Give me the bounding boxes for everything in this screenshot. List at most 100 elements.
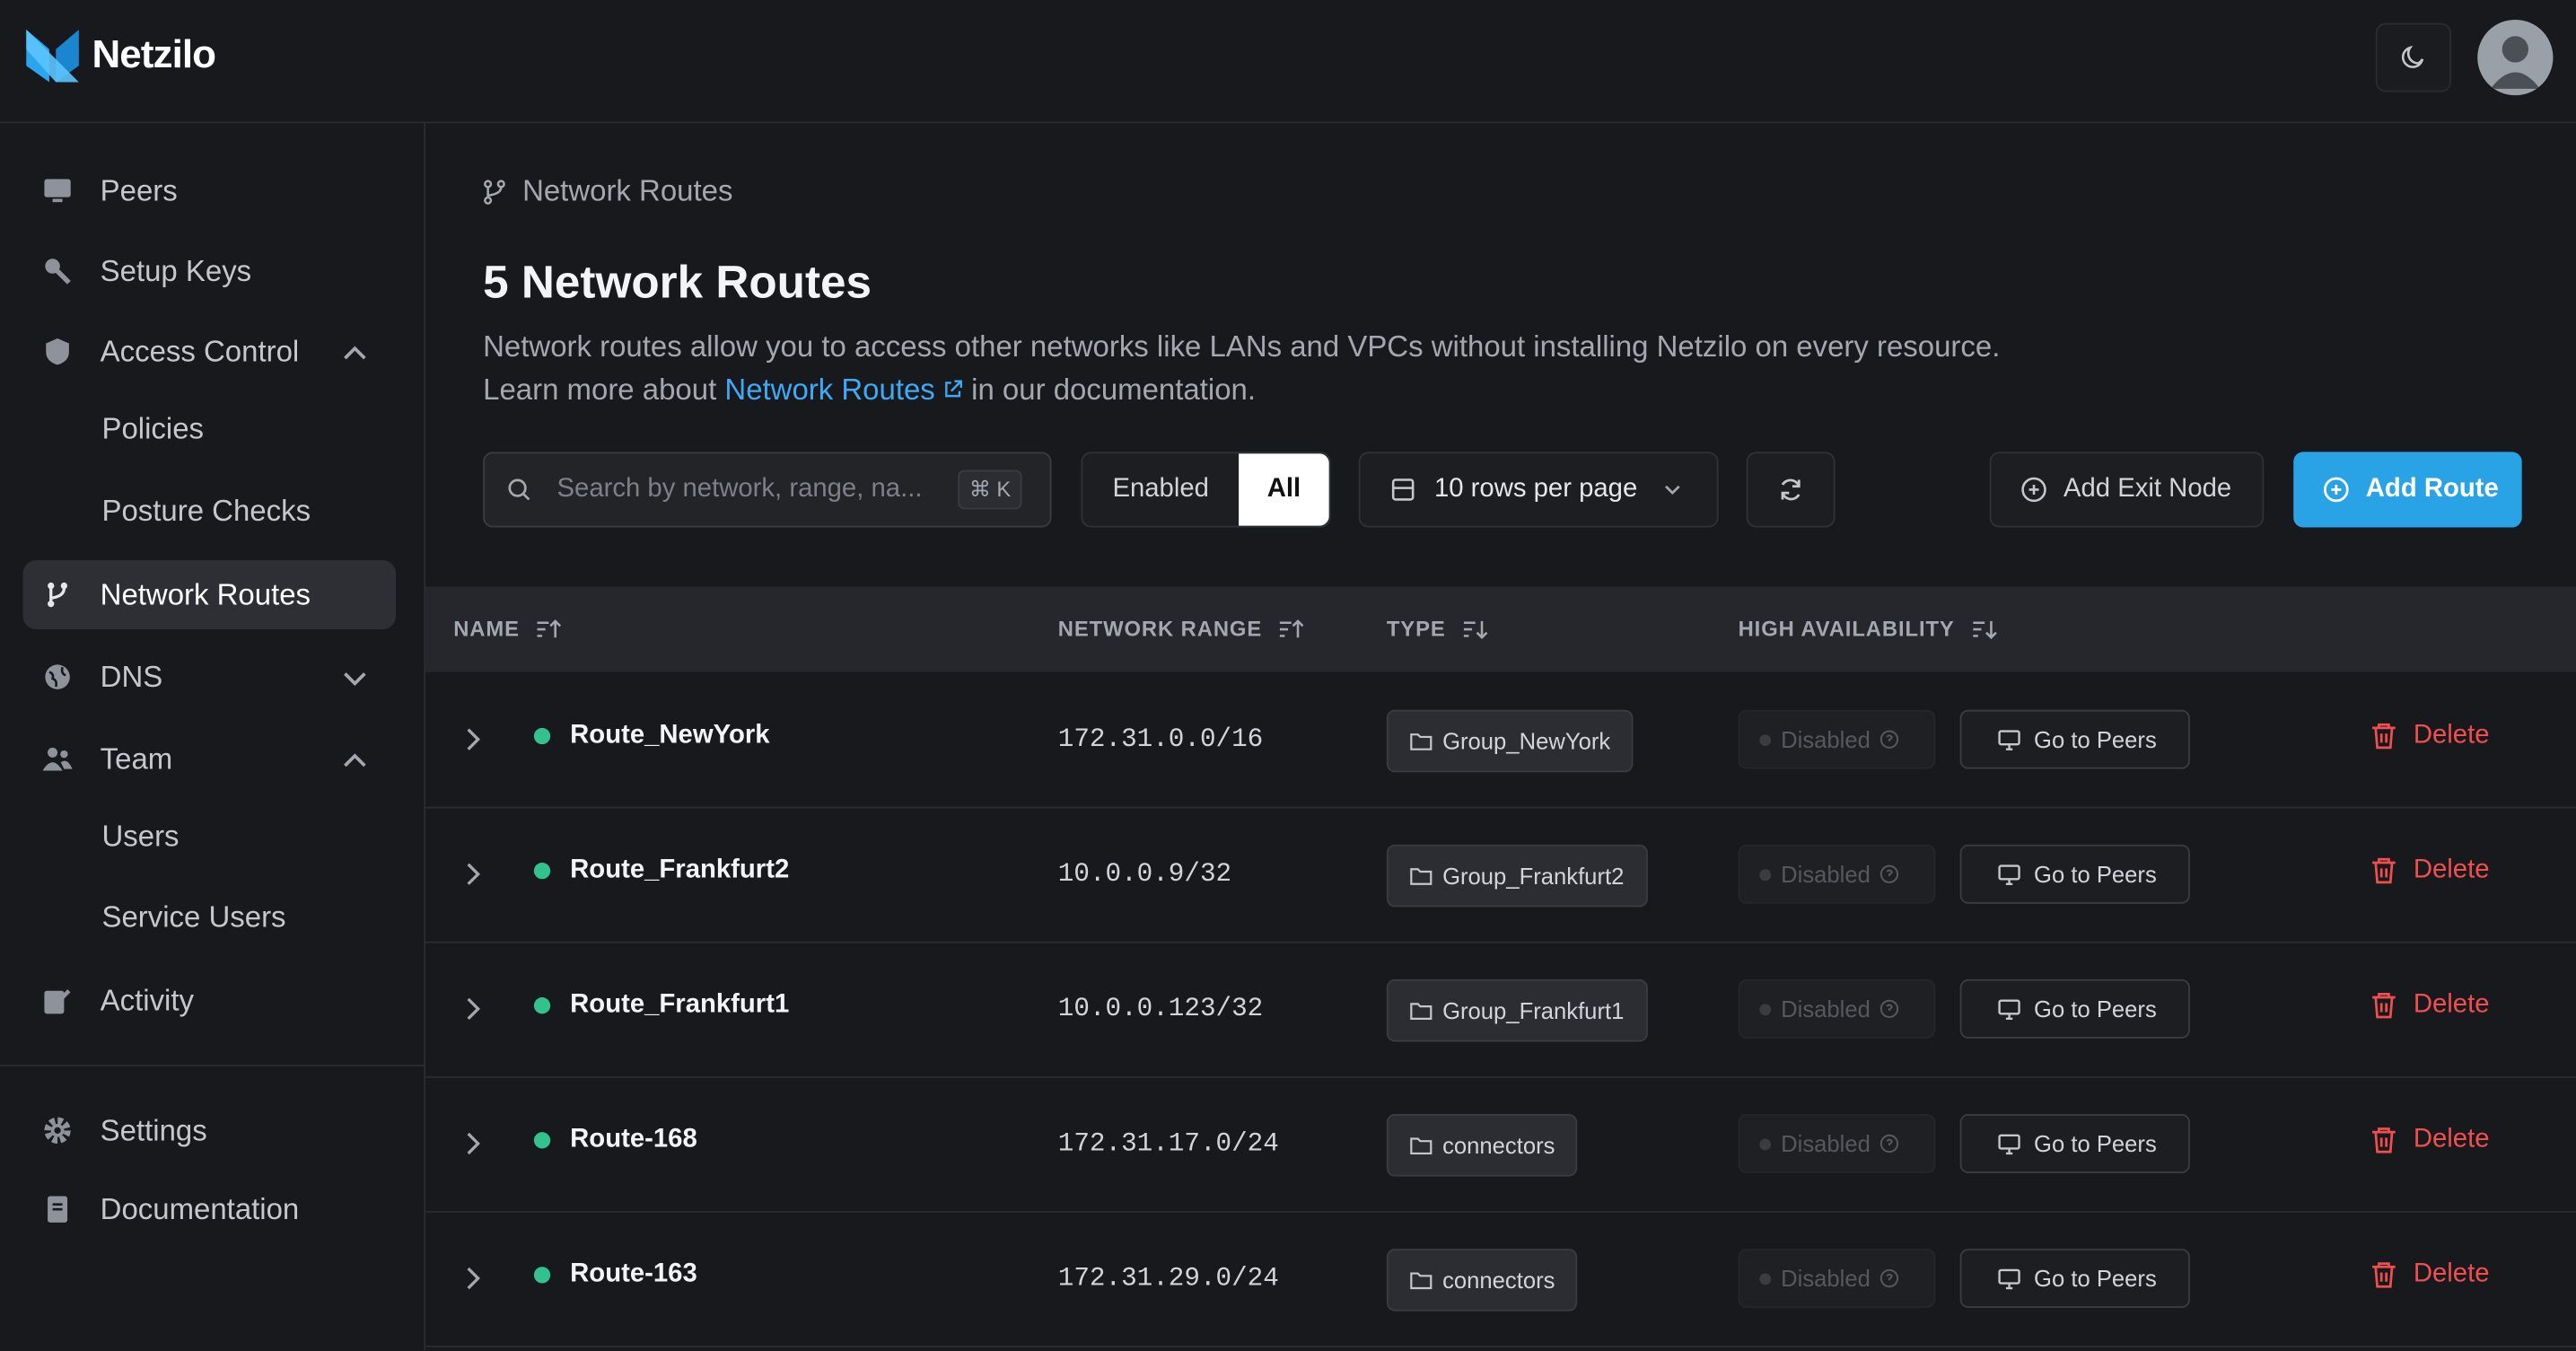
ha-status-dot	[1759, 1003, 1772, 1015]
breadcrumb: Network Routes	[483, 174, 732, 208]
help-circle-icon	[1880, 999, 1900, 1019]
sort-desc-icon	[1972, 620, 1997, 640]
table-row[interactable]: Route_Frankfurt1 10.0.0.123/32 Group_Fra…	[425, 943, 2576, 1078]
go-to-peers-label: Go to Peers	[2034, 1130, 2157, 1157]
ha-label: Disabled	[1781, 1265, 1871, 1292]
column-header-ha[interactable]: HIGH AVAILABILITY	[1739, 586, 1998, 671]
group-badge[interactable]: connectors	[1386, 1249, 1579, 1312]
search-shortcut-badge: ⌘ K	[958, 469, 1023, 510]
sidebar-item-label: Users	[101, 819, 180, 853]
sidebar-item-label: Access Control	[100, 334, 300, 368]
chevron-right-icon[interactable]	[461, 859, 485, 889]
chevron-right-icon[interactable]	[461, 1128, 485, 1158]
status-dot	[533, 997, 551, 1014]
description-line-2: Learn more about Network Routes in our d…	[483, 368, 2000, 411]
sidebar-item-setup-keys[interactable]: Setup Keys	[23, 237, 397, 306]
delete-button[interactable]: Delete	[2370, 990, 2490, 1021]
sidebar-item-label: DNS	[100, 659, 163, 693]
go-to-peers-button[interactable]: Go to Peers	[1959, 978, 2190, 1039]
go-to-peers-button[interactable]: Go to Peers	[1959, 844, 2190, 904]
column-header-label: TYPE	[1386, 616, 1446, 641]
group-badge[interactable]: Group_Frankfurt1	[1386, 978, 1647, 1042]
sidebar-item-users[interactable]: Users	[23, 802, 397, 871]
column-header-name[interactable]: NAME	[453, 586, 562, 671]
delete-button[interactable]: Delete	[2370, 1259, 2490, 1290]
folder-icon	[1410, 868, 1433, 885]
filter-enabled-button[interactable]: Enabled	[1082, 453, 1239, 526]
route-name: Route-163	[570, 1259, 697, 1289]
description-line: Network routes allow you to access other…	[483, 329, 2001, 364]
delete-button[interactable]: Delete	[2370, 721, 2490, 751]
search-box: ⌘ K	[483, 452, 1052, 528]
group-badge[interactable]: connectors	[1386, 1114, 1579, 1177]
network-range: 172.31.29.0/24	[1057, 1263, 1279, 1294]
help-circle-icon	[1880, 730, 1900, 749]
logo[interactable]: Netzilo	[23, 26, 216, 85]
sidebar-item-settings[interactable]: Settings	[23, 1096, 397, 1165]
search-input[interactable]	[556, 453, 951, 526]
sidebar-item-access-control[interactable]: Access Control	[23, 317, 397, 386]
group-badge[interactable]: Group_NewYork	[1386, 709, 1634, 773]
group-badge-label: Group_Frankfurt2	[1442, 862, 1625, 890]
go-to-peers-button[interactable]: Go to Peers	[1959, 1249, 2190, 1308]
docs-link[interactable]: Network Routes	[724, 373, 963, 407]
sidebar-item-posture-checks[interactable]: Posture Checks	[23, 477, 397, 546]
delete-label: Delete	[2413, 1125, 2490, 1154]
sidebar-item-service-users[interactable]: Service Users	[23, 882, 397, 952]
chevron-right-icon[interactable]	[461, 1264, 485, 1294]
delete-button[interactable]: Delete	[2370, 1125, 2490, 1155]
delete-label: Delete	[2413, 990, 2490, 1019]
description-post: in our documentation.	[971, 373, 1256, 407]
netzilo-logo-icon	[26, 29, 79, 83]
go-to-peers-button[interactable]: Go to Peers	[1959, 709, 2190, 769]
add-route-button[interactable]: Add Route	[2293, 452, 2522, 528]
sidebar-item-dns[interactable]: DNS	[23, 643, 397, 712]
table-row[interactable]: Route-168 172.31.17.0/24 connectors Disa…	[425, 1078, 2576, 1213]
folder-icon	[1410, 1003, 1433, 1020]
sidebar-item-peers[interactable]: Peers	[23, 156, 397, 225]
status-dot	[533, 727, 551, 745]
docs-link-label[interactable]: Network Routes	[724, 373, 934, 407]
trash-icon	[2372, 1262, 2396, 1288]
go-to-peers-label: Go to Peers	[2034, 996, 2157, 1022]
add-exit-node-label: Add Exit Node	[2063, 474, 2232, 504]
column-header-type[interactable]: TYPE	[1387, 586, 1488, 671]
table-row[interactable]: Route-163 172.31.29.0/24 connectors Disa…	[425, 1213, 2576, 1347]
breadcrumb-label[interactable]: Network Routes	[522, 174, 732, 208]
refresh-button[interactable]	[1746, 452, 1836, 528]
folder-icon	[1410, 1272, 1433, 1290]
sidebar-item-documentation[interactable]: Documentation	[23, 1175, 397, 1244]
sidebar-item-label: Peers	[100, 173, 178, 206]
chevron-right-icon[interactable]	[461, 994, 485, 1023]
activity-icon	[43, 986, 73, 1015]
chevron-right-icon[interactable]	[461, 724, 485, 754]
sort-asc-icon	[1280, 619, 1304, 638]
sidebar-item-activity[interactable]: Activity	[23, 966, 397, 1035]
network-range: 172.31.0.0/16	[1057, 724, 1264, 755]
sidebar-item-policies[interactable]: Policies	[23, 394, 397, 463]
network-range: 172.31.17.0/24	[1057, 1128, 1279, 1159]
avatar[interactable]	[2477, 19, 2554, 96]
network-range: 10.0.0.9/32	[1057, 859, 1232, 890]
go-to-peers-button[interactable]: Go to Peers	[1959, 1114, 2190, 1173]
add-exit-node-button[interactable]: Add Exit Node	[1989, 452, 2265, 528]
delete-label: Delete	[2413, 721, 2490, 750]
plus-circle-icon	[2021, 477, 2046, 503]
ha-label: Disabled	[1781, 996, 1871, 1022]
high-availability-badge: Disabled	[1738, 844, 1936, 904]
delete-label: Delete	[2413, 1259, 2490, 1289]
delete-button[interactable]: Delete	[2370, 856, 2490, 886]
group-badge-label: Group_NewYork	[1442, 727, 1611, 755]
filter-all-button[interactable]: All	[1239, 453, 1329, 526]
sidebar-item-team[interactable]: Team	[23, 724, 397, 794]
key-icon	[43, 257, 73, 286]
table-row[interactable]: Route_NewYork 172.31.0.0/16 Group_NewYor…	[425, 673, 2576, 809]
table-row[interactable]: Route_Frankfurt2 10.0.0.9/32 Group_Frank…	[425, 809, 2576, 943]
sidebar-item-network-routes[interactable]: Network Routes	[22, 560, 397, 630]
column-header-range[interactable]: NETWORK RANGE	[1058, 586, 1305, 671]
rows-per-page-select[interactable]: 10 rows per page	[1358, 452, 1719, 528]
group-badge[interactable]: Group_Frankfurt2	[1386, 844, 1647, 908]
go-to-peers-label: Go to Peers	[2034, 1265, 2157, 1292]
theme-toggle-button[interactable]	[2375, 22, 2451, 92]
add-route-label: Add Route	[2365, 474, 2499, 504]
